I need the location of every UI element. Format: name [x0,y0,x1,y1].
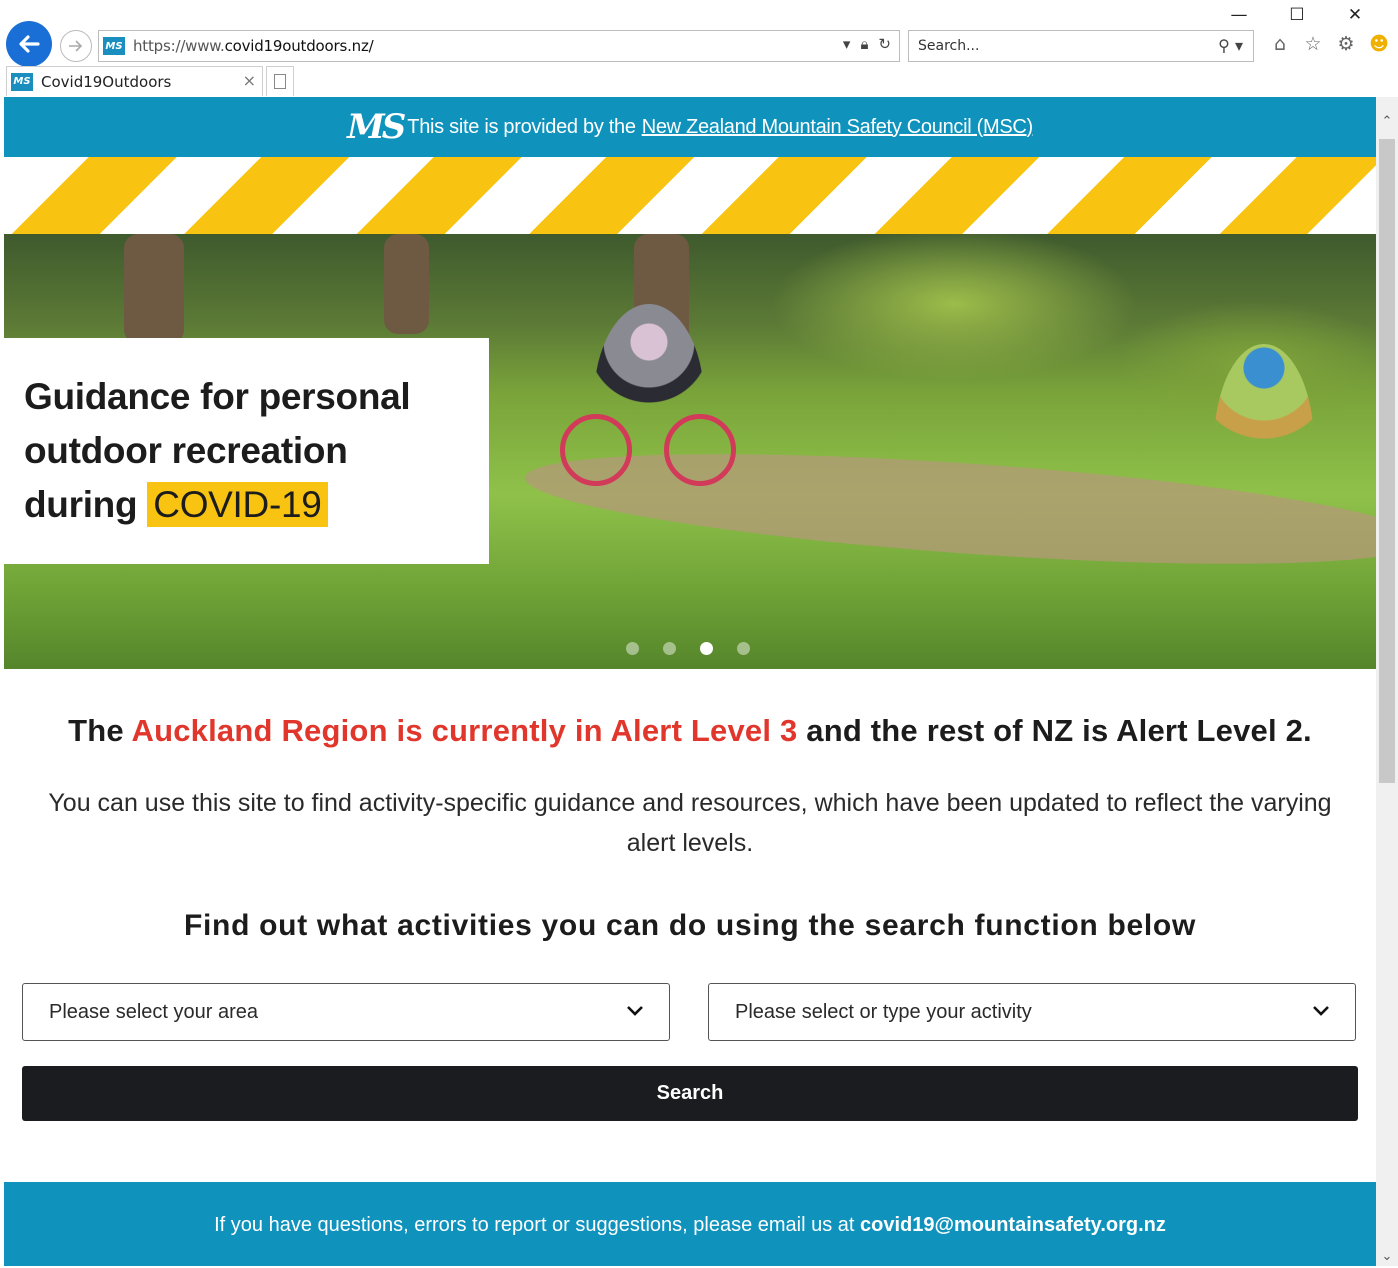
carousel-dots [626,642,750,655]
search-form: Please select your area Please select or… [22,983,1358,1041]
search-button[interactable]: Search [22,1066,1358,1121]
arrow-left-icon [19,35,40,53]
window-controls: — ☐ ✕ [1210,4,1384,28]
alert-prefix: The [68,713,132,748]
browser-search-placeholder: Search... [918,38,980,54]
banner-prefix: This site is provided by the [407,115,636,138]
hero-tree-trunk [384,234,429,334]
area-select[interactable]: Please select your area [22,983,670,1041]
msc-link[interactable]: New Zealand Mountain Safety Council (MSC… [642,116,1034,139]
carousel-dot-active[interactable] [700,642,713,655]
url-prefix: https://www. [133,37,225,55]
hero-title-during: during [24,484,138,525]
minimize-button[interactable]: — [1210,4,1268,28]
dropdown-arrow-icon[interactable]: ▾ [843,35,851,53]
lock-icon[interactable]: 🔒︎ [860,35,868,53]
footer-text: If you have questions, errors to report … [214,1214,861,1236]
carousel-dot[interactable] [737,642,750,655]
page-content: MS This site is provided by the New Zeal… [4,97,1376,1266]
favorites-star-icon[interactable]: ☆ [1301,32,1325,56]
msc-banner: MS This site is provided by the New Zeal… [4,97,1376,157]
forward-button[interactable] [60,30,92,62]
refresh-icon[interactable]: ↻ [878,35,891,53]
new-tab-icon [274,74,286,89]
tab-close-icon[interactable]: × [243,71,256,90]
address-bar[interactable]: MS https://www.covid19outdoors.nz/ ▾ 🔒︎ … [98,30,900,62]
tab-title: Covid19Outdoors [41,72,172,91]
alert-auckland: Auckland Region is currently in Alert Le… [131,713,798,748]
carousel-dot[interactable] [626,642,639,655]
chevron-down-icon [627,1006,643,1016]
close-window-button[interactable]: ✕ [1326,4,1384,28]
hero-bike-wheel [664,414,736,486]
alert-suffix: and the rest of NZ is Alert Level 2. [797,713,1312,748]
url-domain: covid19outdoors.nz/ [224,37,374,55]
hero-child-on-balance-bike [1214,344,1314,544]
carousel-dot[interactable] [663,642,676,655]
footer-email-link[interactable]: covid19@mountainsafety.org.nz [860,1214,1166,1236]
vertical-scrollbar[interactable]: ⌃ ⌄ [1376,97,1398,1266]
hero-tree-trunk [124,234,184,344]
covid-highlight: COVID-19 [147,482,328,527]
activity-select-placeholder: Please select or type your activity [735,1000,1032,1023]
home-icon[interactable]: ⌂ [1268,32,1292,56]
hero-headline-box: Guidance for personal outdoor recreation… [4,338,489,564]
maximize-button[interactable]: ☐ [1268,4,1326,28]
hero-title-line3: during COVID-19 [24,478,469,532]
feedback-smiley-icon[interactable]: ☻ [1367,32,1391,56]
browser-search-box[interactable]: Search... ⚲ ▾ [908,30,1254,62]
chevron-down-icon [1313,1006,1329,1016]
msc-logo[interactable]: MS [347,107,406,147]
settings-gear-icon[interactable]: ⚙ [1334,32,1358,56]
alert-level-heading: The Auckland Region is currently in Aler… [4,713,1376,749]
arrow-right-icon [69,40,83,52]
scrollbar-thumb[interactable] [1379,139,1395,783]
intro-paragraph: You can use this site to find activity-s… [48,789,1332,857]
scroll-down-arrow-icon[interactable]: ⌄ [1376,1246,1398,1268]
activity-select[interactable]: Please select or type your activity [708,983,1356,1041]
hazard-stripes [4,157,1376,234]
url-text[interactable]: https://www.covid19outdoors.nz/ [133,37,374,55]
address-bar-icons: ▾ 🔒︎ ↻ [843,35,891,53]
back-button[interactable] [6,21,52,67]
hero-title-line1: Guidance for personal [24,376,411,417]
scroll-up-arrow-icon[interactable]: ⌃ [1376,111,1398,133]
toolbar-icons: ⌂ ☆ ⚙ ☻ [1268,32,1391,56]
tab-favicon-icon: MS [11,72,33,91]
footer-contact: If you have questions, errors to report … [4,1182,1376,1266]
search-magnifier-icon[interactable]: ⚲ ▾ [1218,36,1243,55]
new-tab-button[interactable] [266,66,294,96]
hero-title-line2: outdoor recreation [24,430,348,471]
site-favicon-icon: MS [103,37,125,55]
tab-covid19outdoors[interactable]: MS Covid19Outdoors × [6,66,263,96]
hero-carousel[interactable]: Guidance for personal outdoor recreation… [4,234,1376,669]
find-heading: Find out what activities you can do usin… [184,909,1196,942]
browser-chrome: — ☐ ✕ MS https://www.covid19outdoors.nz/… [0,0,1398,97]
area-select-placeholder: Please select your area [49,1000,259,1023]
hero-bike-wheel [560,414,632,486]
